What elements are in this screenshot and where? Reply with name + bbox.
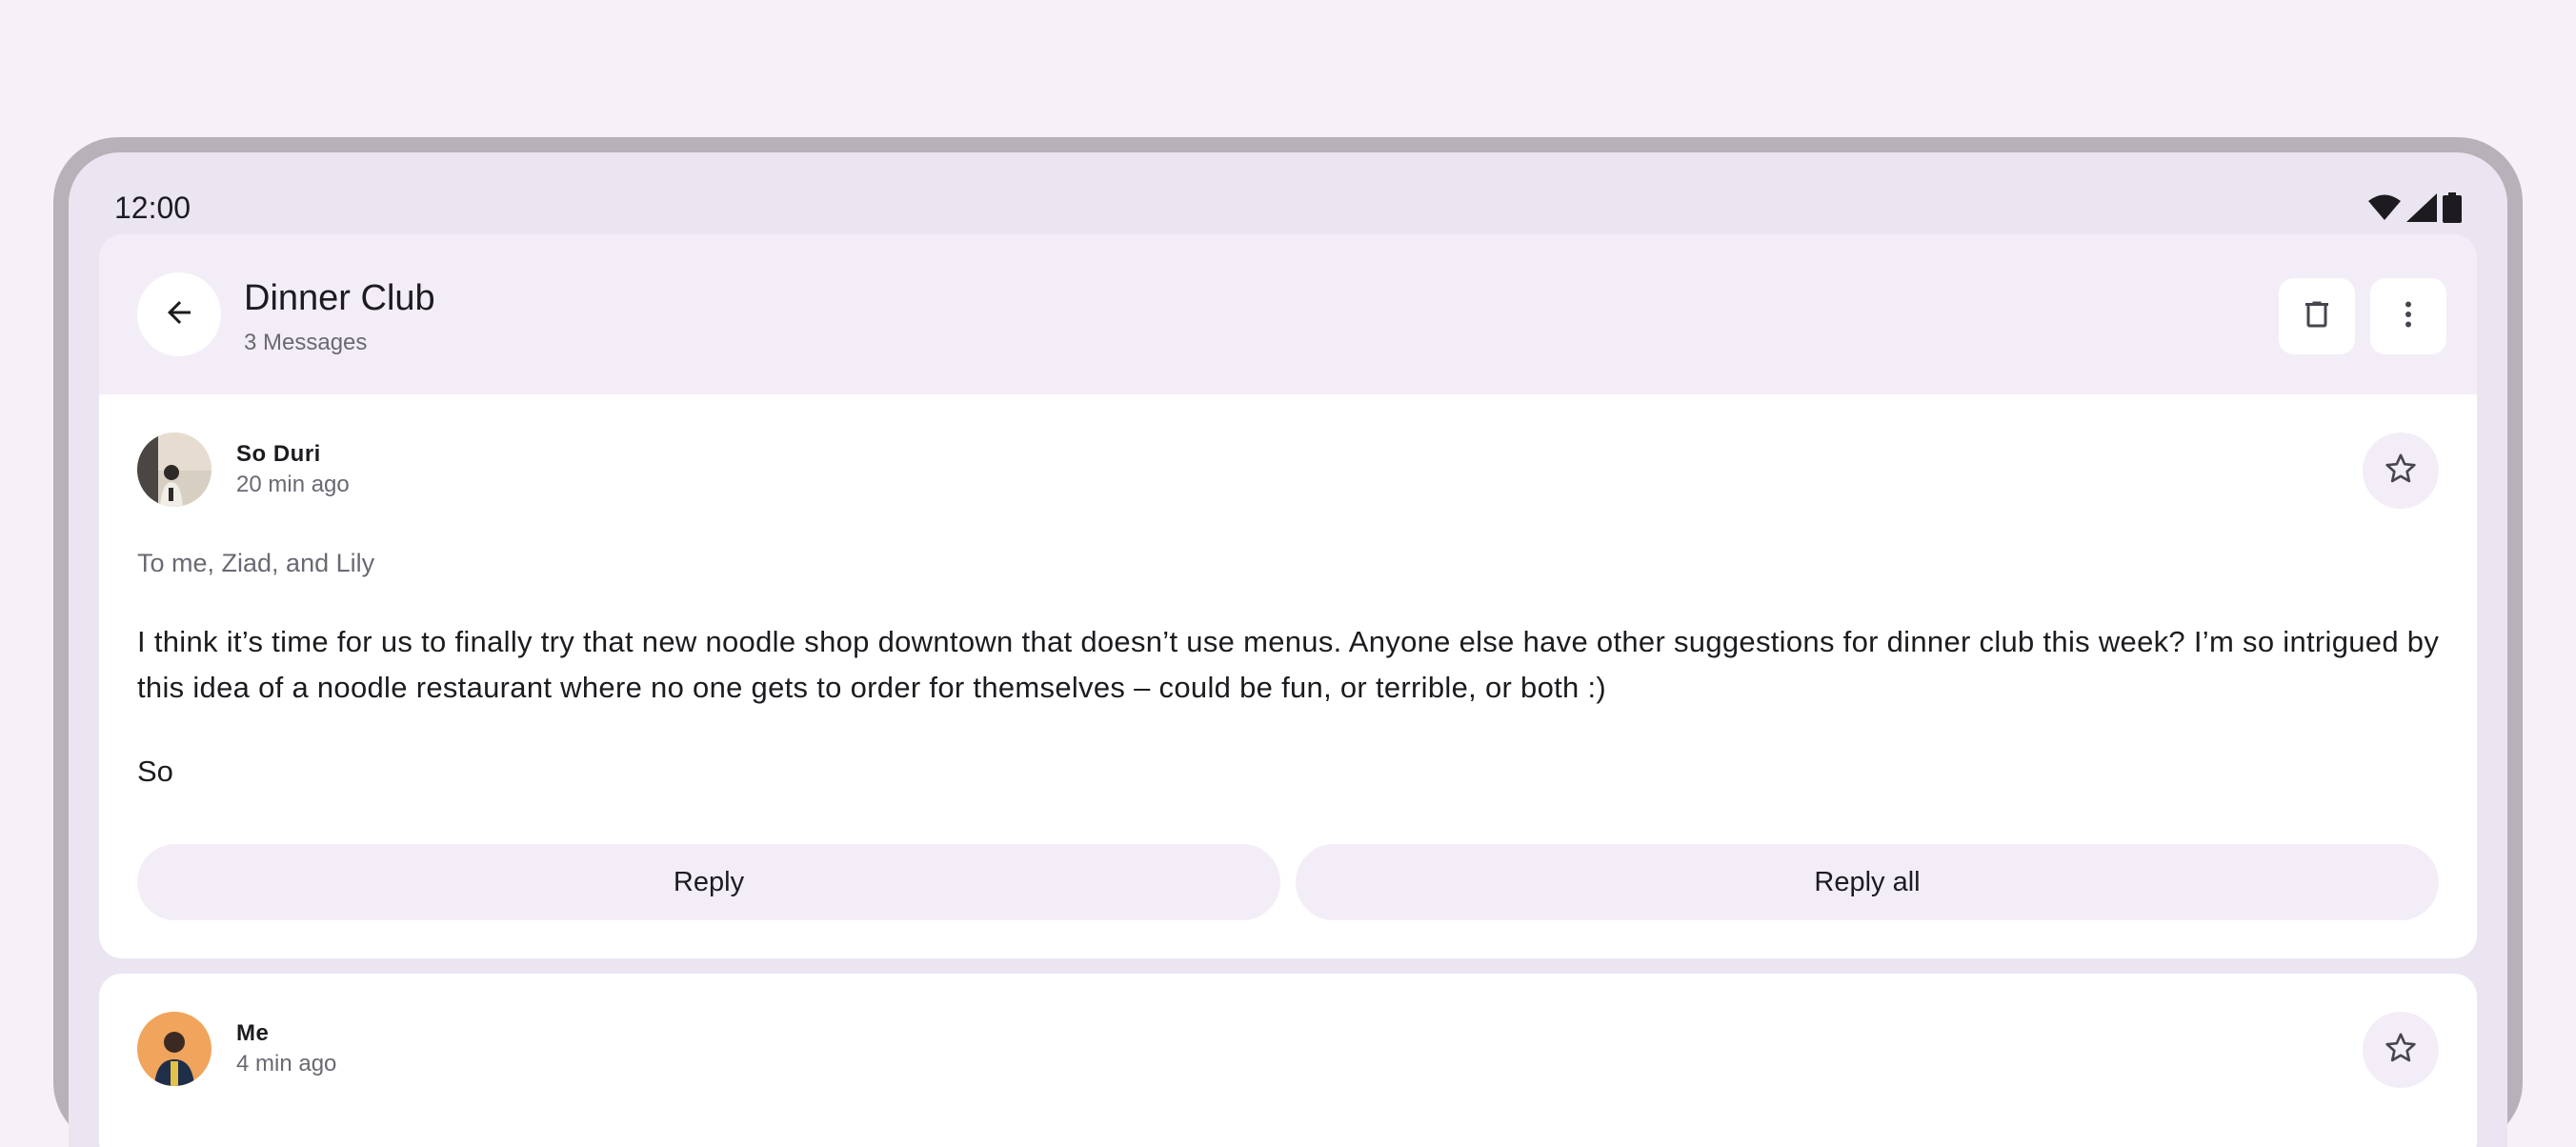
message-time: 4 min ago	[236, 1051, 337, 1077]
reply-button[interactable]: Reply	[137, 844, 1280, 920]
message-card: So Duri 20 min ago To me, Ziad, and Lily…	[99, 394, 2477, 958]
delete-icon	[2300, 297, 2334, 336]
status-bar: 12:00	[114, 189, 2462, 227]
star-button[interactable]	[2363, 433, 2439, 509]
sender-name: Me	[236, 1020, 270, 1046]
avatar	[137, 433, 211, 507]
star-button[interactable]	[2363, 1012, 2439, 1088]
message-count: 3 Messages	[244, 330, 368, 355]
arrow-back-icon	[162, 295, 196, 334]
battery-icon	[2443, 192, 2462, 223]
star-icon	[2382, 450, 2420, 493]
message-signature: So	[137, 755, 173, 788]
wifi-icon	[2368, 194, 2401, 221]
status-time: 12:00	[114, 191, 191, 225]
message-time: 20 min ago	[236, 472, 350, 497]
device-frame: 12:00 Dinner Club 3 Messages So Duri 20 …	[53, 137, 2523, 1147]
more-options-button[interactable]	[2370, 278, 2446, 354]
star-icon	[2382, 1029, 2420, 1072]
cellular-signal-icon	[2406, 193, 2437, 222]
reply-actions: Reply Reply all	[137, 844, 2439, 920]
reply-all-button[interactable]: Reply all	[1296, 844, 2439, 920]
conversation-title: Dinner Club	[244, 278, 435, 318]
sender-name: So Duri	[236, 441, 321, 467]
recipients: To me, Ziad, and Lily	[137, 549, 375, 577]
screen: 12:00 Dinner Club 3 Messages So Duri 20 …	[69, 152, 2507, 1147]
delete-button[interactable]	[2279, 278, 2355, 354]
back-button[interactable]	[137, 272, 221, 356]
message-card: Me 4 min ago	[99, 974, 2477, 1147]
avatar	[137, 1012, 211, 1086]
conversation-header: Dinner Club 3 Messages	[99, 234, 2477, 394]
more-vert-icon	[2391, 297, 2425, 336]
status-icons	[2368, 192, 2462, 223]
message-body: I think it’s time for us to finally try …	[137, 625, 2440, 704]
